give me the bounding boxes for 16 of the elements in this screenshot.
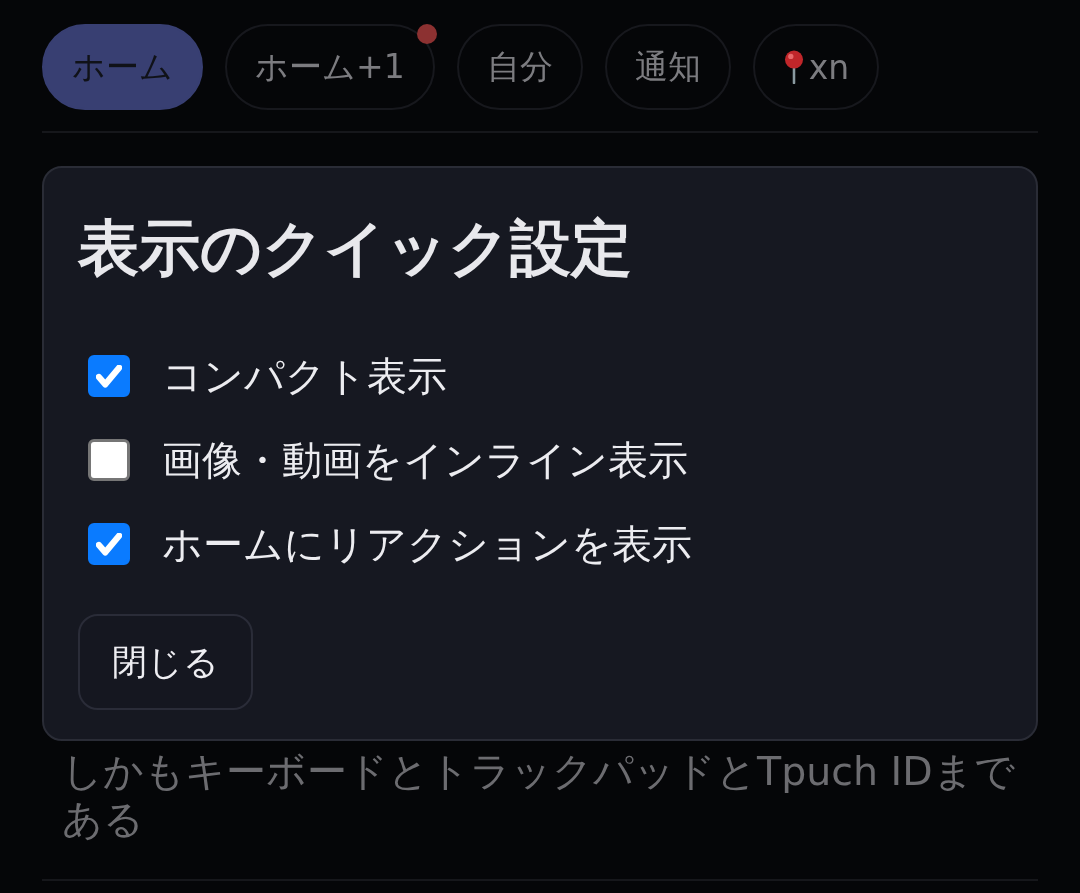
feed-tab[interactable]: 自分 (456, 24, 583, 110)
checkbox[interactable] (88, 355, 130, 397)
close-button[interactable]: 閉じる (78, 614, 253, 710)
feed-tab[interactable]: ホーム+1 (225, 24, 435, 110)
checkbox-label[interactable]: ホームにリアクションを表示 (162, 522, 692, 566)
feed-tab[interactable]: xn (752, 24, 880, 110)
checkbox-label[interactable]: コンパクト表示 (162, 354, 447, 398)
dialog-title: 表示のクイック設定 (78, 211, 633, 285)
checkbox[interactable] (88, 439, 130, 481)
post-text: しかもキーボードとトラックパッドとTpuch IDまである (62, 747, 1016, 843)
checkmark-icon (96, 532, 122, 556)
feed-tab[interactable]: 通知 (604, 24, 731, 110)
pushpin-icon (782, 50, 805, 84)
checkbox[interactable] (88, 523, 130, 565)
checkbox-label[interactable]: 画像・動画をインライン表示 (162, 438, 688, 482)
checkmark-icon (96, 364, 122, 388)
